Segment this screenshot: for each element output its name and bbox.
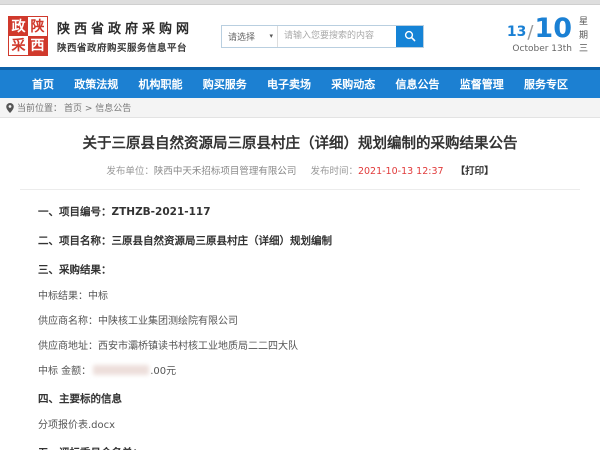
nav-item-servicezone[interactable]: 服务专区	[524, 76, 568, 92]
main-nav: 首页 政策法规 机构职能 购买服务 电子卖场 采购动态 信息公告 监督管理 服务…	[0, 70, 600, 98]
search-bar: 请选择 ▾	[221, 25, 424, 48]
search-icon	[404, 30, 416, 42]
logo-char-shan: 陕	[28, 17, 47, 36]
bid-amount-label: 中标 金额：	[38, 366, 91, 377]
publisher-name: 陕西中天禾招标项目管理有限公司	[154, 166, 297, 177]
redacted-amount	[93, 365, 149, 375]
bid-amount-line: 中标 金额： .00元	[38, 362, 580, 377]
project-name-line: 二、项目名称：三原县自然资源局三原县村庄（详细）规划编制	[38, 233, 580, 248]
publisher-label: 发布单位：	[106, 166, 154, 177]
bid-result-line: 中标结果：中标	[38, 287, 580, 302]
main-subject-heading: 四、主要标的信息	[38, 391, 580, 406]
location-pin-icon	[6, 103, 14, 113]
publish-time-label: 发布时间：	[310, 166, 358, 177]
date-weekday: 星期三	[579, 16, 590, 57]
site-name: 陕西省政府采购网	[57, 18, 193, 37]
bid-amount-suffix: .00元	[150, 366, 176, 377]
nav-item-policies[interactable]: 政策法规	[74, 76, 118, 92]
chevron-down-icon: ▾	[270, 32, 274, 40]
date-english: October 13th	[507, 44, 572, 54]
site-logo: 政 陕 采 西	[8, 16, 48, 56]
search-button[interactable]	[396, 26, 423, 47]
logo-char-cai: 采	[9, 36, 28, 55]
result-heading: 三、采购结果：	[38, 262, 580, 277]
nav-item-supervision[interactable]: 监督管理	[460, 76, 504, 92]
date-slash: /	[527, 24, 533, 42]
site-subtitle: 陕西省政府购买服务信息平台	[57, 40, 193, 54]
site-titles: 陕西省政府采购网 陕西省政府购买服务信息平台	[57, 18, 193, 54]
supplier-name-line: 供应商名称：中陕核工业集团测绘院有限公司	[38, 312, 580, 327]
site-header: 政 陕 采 西 陕西省政府采购网 陕西省政府购买服务信息平台 请选择 ▾ 13 …	[0, 5, 600, 67]
nav-item-updates[interactable]: 采购动态	[331, 76, 375, 92]
nav-item-services[interactable]: 购买服务	[203, 76, 247, 92]
date-month: 10	[534, 15, 572, 42]
nav-item-functions[interactable]: 机构职能	[139, 76, 183, 92]
breadcrumb-label: 当前位置：	[17, 101, 62, 114]
logo-char-zheng: 政	[9, 17, 28, 36]
breadcrumb: 当前位置： 首页 > 信息公告	[0, 98, 600, 118]
attachment-link[interactable]: 分项报价表.docx	[38, 416, 580, 431]
nav-item-notices[interactable]: 信息公告	[396, 76, 440, 92]
print-button[interactable]: 【打印】	[456, 166, 494, 177]
nav-item-emall[interactable]: 电子卖场	[267, 76, 311, 92]
date-display: 13 / 10 October 13th 星期三	[507, 15, 590, 57]
nav-item-home[interactable]: 首页	[32, 76, 54, 92]
search-category-select[interactable]: 请选择 ▾	[222, 26, 278, 47]
project-number-line: 一、项目编号：ZTHZB-2021-117	[38, 204, 580, 219]
date-day: 13	[507, 25, 526, 39]
article: 关于三原县自然资源局三原县村庄（详细）规划编制的采购结果公告 发布单位：陕西中天…	[0, 132, 600, 450]
breadcrumb-path[interactable]: 首页 > 信息公告	[64, 101, 131, 114]
meta-divider	[20, 189, 580, 190]
search-input[interactable]	[278, 26, 396, 47]
publish-time: 2021-10-13 12:37	[358, 166, 444, 177]
article-meta: 发布单位：陕西中天禾招标项目管理有限公司 发布时间：2021-10-13 12:3…	[20, 163, 580, 177]
logo-char-xi: 西	[28, 36, 47, 55]
supplier-address-line: 供应商地址：西安市灞桥镇读书村核工业地质局二二四大队	[38, 337, 580, 352]
page-title: 关于三原县自然资源局三原县村庄（详细）规划编制的采购结果公告	[20, 132, 580, 153]
search-select-label: 请选择	[228, 30, 255, 43]
committee-heading: 五、评标委员会名单：	[38, 445, 580, 450]
